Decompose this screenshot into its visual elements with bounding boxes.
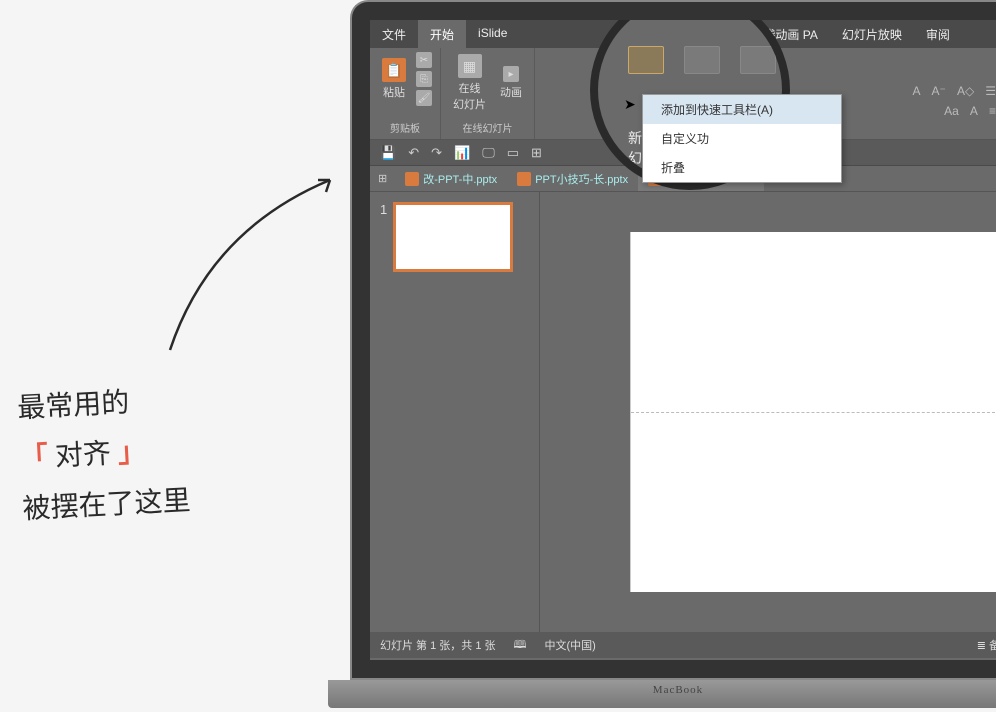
status-language[interactable]: 中文(中国) — [545, 637, 596, 653]
mag-label-new: 新 — [628, 128, 642, 148]
status-accessibility-icon[interactable]: 🕮 — [514, 636, 527, 655]
status-notes-icon[interactable]: ≣ 备 — [977, 637, 996, 653]
cursor-icon: ➤ — [624, 96, 636, 113]
ribbon-group-clipboard: 📋 粘贴 ✂ ⎘ 🖌 剪贴板 — [370, 48, 441, 139]
annotation-line2: 「 对齐 」 — [19, 426, 189, 485]
laptop-brand: MacBook — [653, 684, 703, 696]
doc-tab-1[interactable]: 改-PPT-中.pptx — [395, 166, 507, 191]
slide-thumbnail-1[interactable] — [393, 202, 513, 272]
mag-section-icon — [740, 46, 776, 74]
powerpoint-window: 文件 开始 iSlide 口袋动画 PA 幻灯片放映 审阅 📋 粘贴 — [370, 20, 996, 660]
editor-area: 1 — [370, 192, 996, 632]
font-color-icon[interactable]: A — [970, 104, 978, 118]
slide-thumbnails-panel: 1 — [370, 192, 540, 632]
annotation-line1: 最常用的 — [16, 376, 186, 435]
align-icon[interactable]: ≡ — [989, 104, 996, 118]
laptop-frame: 文件 开始 iSlide 口袋动画 PA 幻灯片放映 审阅 📋 粘贴 — [350, 0, 996, 712]
qat-icon-7[interactable]: ⊞ — [531, 145, 542, 161]
qat-icon-6[interactable]: ▭ — [507, 145, 519, 161]
case-icon[interactable]: Aa — [944, 104, 959, 118]
handwritten-annotation: 最常用的 「 对齐 」 被摆在了这里 — [16, 376, 192, 536]
format-painter-icon[interactable]: 🖌 — [416, 90, 432, 106]
status-bar: 幻灯片 第 1 张，共 1 张 🕮 中文(中国) ≣ 备 — [370, 632, 996, 658]
slide-canvas-area — [540, 192, 996, 632]
qat-icon-5[interactable]: 🖵 — [482, 145, 495, 161]
cut-icon[interactable]: ✂ — [416, 52, 432, 68]
slide-number: 1 — [380, 202, 387, 272]
tab-review[interactable]: 审阅 — [914, 20, 962, 48]
tab-islide[interactable]: iSlide — [466, 20, 519, 48]
copy-icon[interactable]: ⎘ — [416, 71, 432, 87]
context-add-to-qat[interactable]: 添加到快速工具栏(A) — [643, 95, 841, 124]
tab-home[interactable]: 开始 — [418, 20, 466, 48]
online-slides-icon: ▦ — [458, 54, 482, 78]
laptop-bezel: 文件 开始 iSlide 口袋动画 PA 幻灯片放映 审阅 📋 粘贴 — [350, 0, 996, 680]
tab-slideshow[interactable]: 幻灯片放映 — [830, 20, 914, 48]
clipboard-label: 剪贴板 — [390, 118, 420, 135]
tabs-expand-icon[interactable]: ⊞ — [370, 172, 395, 185]
ppt-icon — [405, 172, 419, 186]
online-slides-button[interactable]: ▦ 在线 幻灯片 — [449, 52, 490, 114]
status-slide-info: 幻灯片 第 1 张，共 1 张 — [380, 637, 496, 653]
ribbon-group-online-slides: ▦ 在线 幻灯片 ▸ 动画 在线幻灯片 — [441, 48, 535, 139]
anim-icon: ▸ — [503, 66, 519, 82]
paste-icon: 📋 — [382, 58, 406, 82]
context-customize[interactable]: 自定义功 — [643, 124, 841, 153]
arrow-annotation — [150, 150, 370, 370]
qat-undo-icon[interactable]: ↶ — [408, 145, 419, 161]
paste-button[interactable]: 📋 粘贴 — [378, 56, 410, 102]
paragraph-icon[interactable]: ☰ — [985, 84, 996, 98]
font-increase-icon[interactable]: A — [912, 84, 920, 98]
context-collapse[interactable]: 折叠 — [643, 153, 841, 182]
tab-file[interactable]: 文件 — [370, 20, 418, 48]
clear-format-icon[interactable]: A◇ — [957, 84, 974, 98]
qat-redo-icon[interactable]: ↷ — [431, 145, 442, 161]
doc-tab-2[interactable]: PPT小技巧-长.pptx — [507, 166, 638, 191]
anim-button[interactable]: ▸ 动画 — [496, 64, 526, 102]
slide-guide — [631, 412, 996, 413]
mag-layout-icon — [628, 46, 664, 74]
online-slides-label: 在线幻灯片 — [463, 118, 513, 135]
context-menu: 添加到快速工具栏(A) 自定义功 折叠 — [642, 94, 842, 183]
qat-save-icon[interactable]: 💾 — [380, 145, 396, 161]
ppt-icon — [517, 172, 531, 186]
laptop-base: MacBook — [328, 680, 996, 708]
mag-slide-icon — [684, 46, 720, 74]
font-decrease-icon[interactable]: A⁻ — [932, 84, 946, 98]
slide-canvas[interactable] — [630, 232, 996, 592]
qat-icon-4[interactable]: 📊 — [454, 145, 470, 161]
annotation-line3: 被摆在了这里 — [21, 476, 191, 535]
